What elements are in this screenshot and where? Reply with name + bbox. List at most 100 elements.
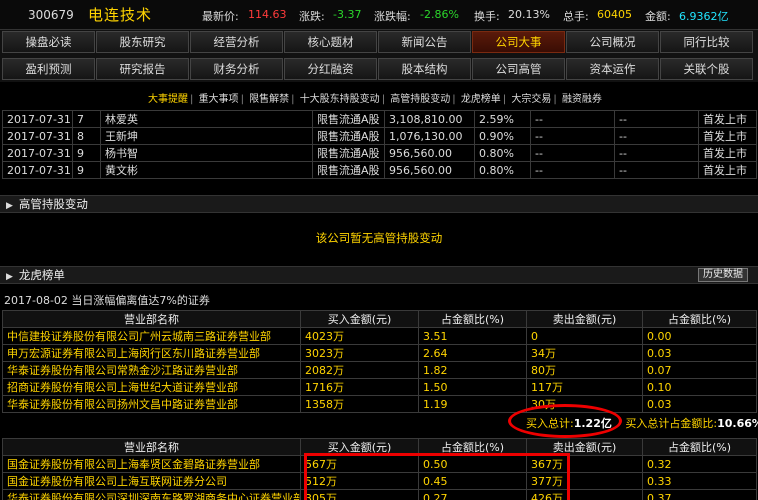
stock-code: 300679 [28,8,74,22]
section-exec-holding[interactable]: ▶ 高管持股变动 [0,195,758,213]
cell-date: 2017-07-31 [2,161,73,179]
tab-row1-6[interactable]: 公司概况 [566,31,659,53]
change-label: 涨跌: [299,10,325,23]
tab-row2-1[interactable]: 研究报告 [96,58,189,80]
section-dragon-tiger[interactable]: ▶ 龙虎榜单 历史数据 [0,266,758,284]
table-row: 2017-07-31 9 杨书智 限售流通A股 956,560.00 0.80%… [2,144,757,162]
cell-type: 限售流通A股 [312,161,385,179]
cell-buy-ratio: 2.64 [418,344,527,362]
cell-sell-ratio: 0.07 [642,361,757,379]
price-label: 最新价: [202,10,239,23]
tab-row1-4[interactable]: 新闻公告 [378,31,471,53]
submenu-item-1[interactable]: 重大事项 [199,90,239,105]
turnover-label: 换手: [474,10,500,23]
cell-sell: 117万 [526,378,643,396]
cell-c7: -- [530,110,615,128]
lhb-date-line: 2017-08-02 当日涨幅偏离值达7%的证券 [4,294,210,307]
submenu-item-3[interactable]: 十大股东持股变动 [300,90,380,105]
lhb-buy-table: 营业部名称 买入金额(元) 占金额比(%) 卖出金额(元) 占金额比(%) 中信… [2,310,757,413]
tab-row2-3[interactable]: 分红融资 [284,58,377,80]
cell-broker[interactable]: 华泰证券股份有限公司深圳深南东路罗湖商务中心证券营业部 [2,489,301,500]
cell-sell: 34万 [526,344,643,362]
cell-buy-ratio: 3.51 [418,327,527,345]
cell-buy-ratio: 1.50 [418,378,527,396]
tab-row1-5[interactable]: 公司大事 [472,31,565,53]
tab-row2-5[interactable]: 公司高管 [472,58,565,80]
cell-rank: 7 [72,110,101,128]
stock-name: 电连技术 [88,6,153,24]
amount-label: 金额: [645,10,671,23]
cell-c8: -- [614,161,699,179]
cell-shares: 3,108,810.00 [384,110,475,128]
table-row: 华泰证券股份有限公司扬州文昌中路证券营业部 1358万 1.19 30万 0.0… [2,395,757,413]
turnover-value: 20.13% [508,8,550,21]
cell-holder: 林爱英 [100,110,313,128]
cell-buy-ratio: 1.82 [418,361,527,379]
cell-reason: 首发上市 [698,110,757,128]
cell-broker[interactable]: 华泰证券股份有限公司扬州文昌中路证券营业部 [2,395,301,413]
cell-shares: 956,560.00 [384,161,475,179]
table-row: 申万宏源证券有限公司上海闵行区东川路证券营业部 3023万 2.64 34万 0… [2,344,757,362]
tab-row1-3[interactable]: 核心题材 [284,31,377,53]
tab-row1-2[interactable]: 经营分析 [190,31,283,53]
tab-row2-6[interactable]: 资本运作 [566,58,659,80]
cell-sell: 80万 [526,361,643,379]
cell-broker[interactable]: 华泰证券股份有限公司常熟金沙江路证券营业部 [2,361,301,379]
col-header: 占金额比(%) [642,438,757,456]
col-header: 买入金额(元) [300,310,419,328]
collapse-triangle-icon[interactable]: ▶ [6,201,13,211]
nav-tabs: 操盘必读 股东研究 经营分析 核心题材 新闻公告 公司大事 公司概况 同行比较 … [0,30,758,82]
cell-buy: 4023万 [300,327,419,345]
cell-broker[interactable]: 国金证券股份有限公司上海互联网证券分公司 [2,472,301,490]
cell-ratio: 0.80% [474,161,531,179]
tab-row2-2[interactable]: 财务分析 [190,58,283,80]
tab-row1-0[interactable]: 操盘必读 [2,31,95,53]
cell-type: 限售流通A股 [312,110,385,128]
cell-ratio: 0.80% [474,144,531,162]
cell-type: 限售流通A股 [312,144,385,162]
cell-broker[interactable]: 招商证券股份有限公司上海世纪大道证券营业部 [2,378,301,396]
submenu-item-4[interactable]: 高管持股变动 [390,90,450,105]
cell-buy: 3023万 [300,344,419,362]
cell-broker[interactable]: 国金证券股份有限公司上海奉贤区金碧路证券营业部 [2,455,301,473]
tab-row2-4[interactable]: 股本结构 [378,58,471,80]
cell-reason: 首发上市 [698,161,757,179]
cell-sell-ratio: 0.33 [642,472,757,490]
volume-label: 总手: [563,10,589,23]
cell-sell: 0 [526,327,643,345]
submenu-item-0[interactable]: 大事提醒 [148,90,188,105]
collapse-triangle-icon[interactable]: ▶ [6,272,13,282]
cell-holder: 黄文彬 [100,161,313,179]
cell-sell-ratio: 0.37 [642,489,757,500]
cell-date: 2017-07-31 [2,144,73,162]
cell-broker[interactable]: 申万宏源证券有限公司上海闵行区东川路证券营业部 [2,344,301,362]
cell-sell-ratio: 0.00 [642,327,757,345]
cell-buy: 1358万 [300,395,419,413]
cell-holder: 王新坤 [100,127,313,145]
cell-c8: -- [614,110,699,128]
cell-broker[interactable]: 中信建投证券股份有限公司广州云城南三路证券营业部 [2,327,301,345]
cell-rank: 9 [72,144,101,162]
unlock-table: 2017-07-31 7 林爱英 限售流通A股 3,108,810.00 2.5… [2,110,757,179]
table-row: 2017-07-31 8 王新坤 限售流通A股 1,076,130.00 0.9… [2,127,757,145]
quote-bar: 300679 电连技术 最新价: 114.63 涨跌: -3.37 涨跌幅: -… [0,0,758,30]
cell-sell-ratio: 0.10 [642,378,757,396]
tab-row1-7[interactable]: 同行比较 [660,31,753,53]
submenu-item-5[interactable]: 龙虎榜单 [461,90,501,105]
history-data-button[interactable]: 历史数据 [698,268,748,282]
change-value: -3.37 [333,8,362,21]
cell-c7: -- [530,161,615,179]
cell-type: 限售流通A股 [312,127,385,145]
buy-ratio-label: 买入总计占金额比: [625,417,718,430]
submenu-item-6[interactable]: 大宗交易 [511,90,551,105]
volume-value: 60405 [597,8,632,21]
buy-ratio-value: 10.66% [717,417,758,430]
tab-row1-1[interactable]: 股东研究 [96,31,189,53]
submenu-item-7[interactable]: 融资融券 [562,90,602,105]
highlight-ellipse [508,404,622,438]
tab-row2-0[interactable]: 盈利预测 [2,58,95,80]
tab-row2-7[interactable]: 关联个股 [660,58,753,80]
submenu-item-2[interactable]: 限售解禁 [249,90,289,105]
cell-sell-ratio: 0.03 [642,395,757,413]
pct-label: 涨跌幅: [374,10,411,23]
